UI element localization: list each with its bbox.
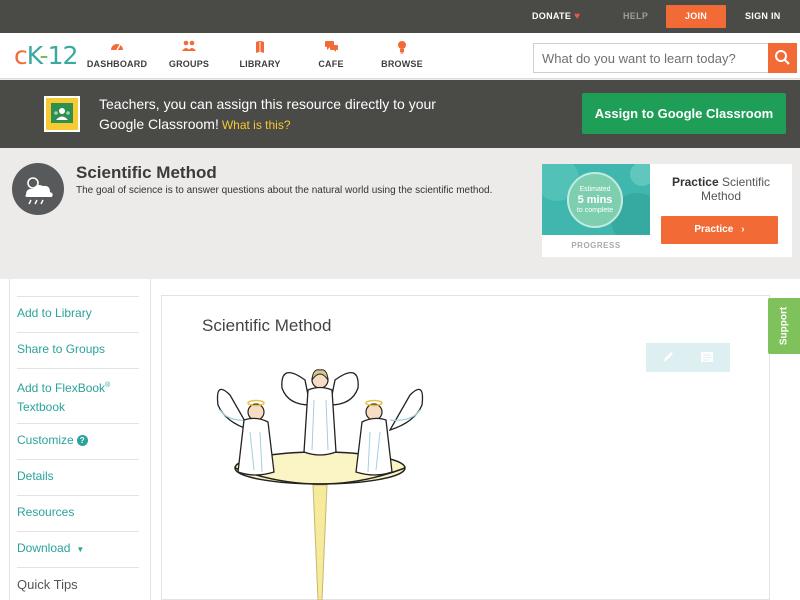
assign-google-classroom-button[interactable]: Assign to Google Classroom bbox=[582, 93, 786, 134]
nav-dashboard-label: DASHBOARD bbox=[86, 59, 148, 69]
download-label: Download bbox=[17, 541, 71, 555]
note-icon[interactable] bbox=[699, 349, 715, 365]
dashboard-icon bbox=[82, 40, 152, 56]
add-flexbook-label: Add to FlexBook bbox=[17, 381, 106, 395]
estimated-time-badge: Estimated 5 mins to complete bbox=[567, 172, 623, 228]
banner-text: Teachers, you can assign this resource d… bbox=[99, 94, 459, 135]
search-box bbox=[533, 43, 797, 73]
nav-cafe[interactable]: CAFE bbox=[296, 40, 366, 69]
search-button[interactable] bbox=[768, 43, 797, 73]
nav-groups[interactable]: GROUPS bbox=[154, 40, 224, 69]
content-toolbar bbox=[646, 343, 730, 372]
practice-title: Practice Scientific Method bbox=[660, 175, 782, 203]
browse-icon bbox=[367, 40, 437, 56]
nav-cafe-label: CAFE bbox=[318, 59, 344, 69]
sidebar-details[interactable]: Details bbox=[17, 459, 139, 486]
sidebar-add-to-flexbook[interactable]: Add to FlexBook® Textbook bbox=[17, 368, 139, 417]
progress-label: PROGRESS bbox=[571, 241, 621, 250]
nav-dashboard[interactable]: DASHBOARD bbox=[82, 40, 152, 69]
nav-library[interactable]: LIBRARY bbox=[225, 40, 295, 69]
chevron-right-icon: › bbox=[741, 224, 745, 235]
join-button[interactable]: JOIN bbox=[666, 5, 726, 28]
customize-label: Customize bbox=[17, 433, 74, 447]
donate-label: DONATE bbox=[532, 11, 572, 21]
main-title: Scientific Method bbox=[202, 316, 332, 335]
sidebar-customize[interactable]: Customize? bbox=[17, 423, 139, 450]
to-complete-label: to complete bbox=[576, 207, 614, 214]
search-icon bbox=[775, 50, 790, 65]
support-tab[interactable]: Support bbox=[768, 298, 800, 354]
concept-title: Scientific Method bbox=[76, 163, 217, 182]
logo-12: 12 bbox=[47, 41, 79, 70]
textbook-label: Textbook bbox=[17, 400, 66, 414]
caret-down-icon: ▼ bbox=[76, 545, 85, 554]
google-classroom-icon bbox=[44, 96, 80, 132]
sidebar-resources[interactable]: Resources bbox=[17, 495, 139, 522]
nav-browse-label: BROWSE bbox=[381, 59, 423, 69]
what-is-this-link[interactable]: What is this? bbox=[222, 118, 291, 132]
weather-cloud-icon bbox=[12, 163, 64, 215]
registered-mark: ® bbox=[105, 382, 111, 389]
logo-c: c bbox=[14, 41, 28, 70]
practice-title-bold: Practice bbox=[671, 175, 719, 189]
search-input[interactable] bbox=[534, 44, 770, 72]
angels-illustration bbox=[216, 369, 424, 600]
library-icon bbox=[225, 40, 295, 56]
logo-k: K bbox=[26, 41, 41, 70]
sign-in-link[interactable]: SIGN IN bbox=[745, 0, 781, 33]
help-question-icon[interactable]: ? bbox=[76, 435, 88, 446]
help-link[interactable]: HELP bbox=[623, 0, 648, 33]
practice-button[interactable]: Practice › bbox=[661, 216, 778, 244]
sidebar-share-to-groups[interactable]: Share to Groups bbox=[17, 332, 139, 359]
pencil-icon[interactable] bbox=[660, 349, 676, 365]
practice-card: Estimated 5 mins to complete PROGRESS Pr… bbox=[542, 164, 792, 257]
concept-description: The goal of science is to answer questio… bbox=[76, 185, 493, 196]
heart-icon: ♥ bbox=[574, 11, 581, 22]
support-label: Support bbox=[778, 306, 790, 346]
sidebar: Add to Library Share to Groups Add to Fl… bbox=[9, 279, 151, 600]
logo-dash: - bbox=[39, 41, 49, 70]
cafe-icon bbox=[296, 40, 366, 56]
estimated-label: Estimated bbox=[579, 186, 611, 193]
estimated-mins: 5 mins bbox=[577, 194, 613, 206]
practice-button-label: Practice bbox=[694, 224, 734, 235]
top-utility-bar: DONATE ♥ HELP JOIN SIGN IN bbox=[0, 0, 800, 33]
donate-link[interactable]: DONATE ♥ bbox=[532, 0, 580, 33]
nav-library-label: LIBRARY bbox=[239, 59, 281, 69]
main-nav: cK-12 DASHBOARD GROUPS LIBRARY CAFE BROW… bbox=[0, 33, 800, 79]
sidebar-quick-tips[interactable]: Quick Tips bbox=[17, 567, 139, 594]
ck12-logo[interactable]: cK-12 bbox=[14, 41, 79, 70]
sidebar-download[interactable]: Download ▼ bbox=[17, 531, 139, 559]
nav-browse[interactable]: BROWSE bbox=[367, 40, 437, 69]
practice-progress-image: Estimated 5 mins to complete bbox=[542, 164, 650, 235]
sidebar-add-to-library[interactable]: Add to Library bbox=[17, 296, 139, 323]
groups-icon bbox=[154, 40, 224, 56]
nav-groups-label: GROUPS bbox=[168, 59, 210, 69]
